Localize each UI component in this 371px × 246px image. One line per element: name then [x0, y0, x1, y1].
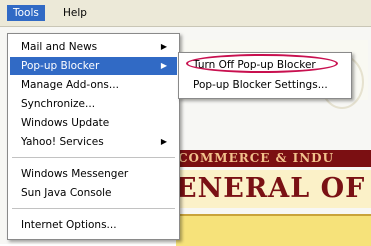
webpage-banner: COMMERCE & INDU	[170, 150, 371, 167]
menu-item-windows-messenger[interactable]: Windows Messenger	[10, 165, 177, 183]
menu-item-yahoo-services[interactable]: Yahoo! Services ▶	[10, 133, 177, 151]
tools-dropdown-menu: Mail and News ▶ Pop-up Blocker ▶ Manage …	[7, 33, 180, 240]
menu-item-popup-blocker[interactable]: Pop-up Blocker ▶	[10, 57, 177, 75]
menu-separator	[12, 208, 175, 209]
annotation-circle	[186, 54, 338, 73]
menu-item-synchronize[interactable]: Synchronize...	[10, 95, 177, 113]
menu-item-label: Pop-up Blocker	[21, 60, 100, 72]
menu-item-label: Manage Add-ons...	[21, 79, 119, 91]
menu-bar: Tools Help	[0, 0, 371, 27]
menu-item-label: Windows Update	[21, 117, 110, 129]
menu-item-internet-options[interactable]: Internet Options...	[10, 216, 177, 234]
menu-item-sun-java-console[interactable]: Sun Java Console	[10, 184, 177, 202]
menu-item-label: Yahoo! Services	[21, 136, 104, 148]
menu-item-label: Mail and News	[21, 41, 98, 53]
menu-tools[interactable]: Tools	[7, 5, 45, 21]
submenu-item-popup-blocker-settings[interactable]: Pop-up Blocker Settings...	[181, 76, 349, 94]
submenu-arrow-icon: ▶	[160, 137, 167, 146]
menu-separator	[12, 157, 175, 158]
menu-item-label: Windows Messenger	[21, 168, 129, 180]
menu-item-manage-addons[interactable]: Manage Add-ons...	[10, 76, 177, 94]
menu-item-label: Sun Java Console	[21, 187, 112, 199]
menu-help[interactable]: Help	[57, 5, 93, 21]
submenu-item-label: Pop-up Blocker Settings...	[193, 79, 328, 91]
menu-item-label: Internet Options...	[21, 219, 117, 231]
menu-item-label: Synchronize...	[21, 98, 96, 110]
menu-item-mail-and-news[interactable]: Mail and News ▶	[10, 38, 177, 56]
webpage-headline: ENERAL OF	[176, 170, 371, 208]
popup-blocker-submenu: Turn Off Pop-up Blocker Pop-up Blocker S…	[178, 52, 352, 99]
submenu-arrow-icon: ▶	[160, 42, 167, 51]
submenu-arrow-icon: ▶	[160, 61, 167, 70]
webpage-bottom-strip	[176, 214, 371, 246]
menu-item-windows-update[interactable]: Windows Update	[10, 114, 177, 132]
